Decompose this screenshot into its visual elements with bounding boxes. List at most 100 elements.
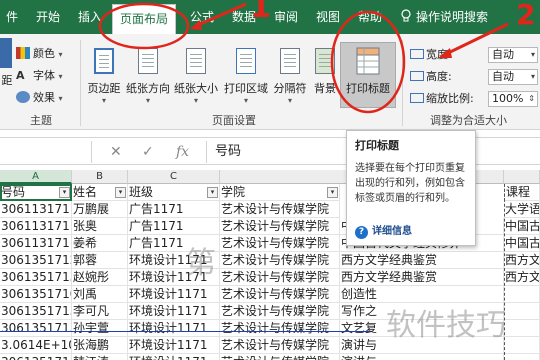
effects-label: 效果 — [33, 91, 55, 104]
table-cell[interactable]: 艺术设计与传媒学院 — [220, 286, 340, 303]
table-cell[interactable]: 韩江涛 — [72, 354, 128, 360]
tab-file[interactable]: 件 — [0, 0, 24, 34]
name-box[interactable] — [0, 141, 92, 163]
width-select[interactable]: 自动 ▾ — [488, 47, 538, 63]
table-cell[interactable]: 30611317112 — [0, 201, 72, 218]
table-cell[interactable]: 刘禹 — [72, 286, 128, 303]
table-cell[interactable]: 艺术设计与传媒学院 — [220, 252, 340, 269]
table-cell[interactable]: 郭蓉 — [72, 252, 128, 269]
filter-dropdown-icon[interactable]: ▾ — [115, 187, 126, 198]
orientation-label: 纸张方向 — [126, 82, 170, 95]
table-cell[interactable]: 艺术设计与传媒学院 — [220, 235, 340, 252]
tooltip-more-info-link[interactable]: ? 详细信息 — [355, 222, 412, 239]
tell-me-search[interactable]: 操作说明搜索 — [400, 0, 488, 34]
table-cell[interactable] — [504, 286, 540, 303]
table-cell[interactable]: 赵婉彤 — [72, 269, 128, 286]
background-label: 背景 — [314, 82, 336, 95]
print-area-button[interactable]: 打印区域 ▾ — [222, 46, 270, 105]
table-cell[interactable]: 30613517135 — [0, 354, 72, 360]
table-cell[interactable]: 环境设计1171 — [128, 303, 220, 320]
tab-view[interactable]: 视图 — [310, 0, 346, 34]
table-cell[interactable] — [504, 320, 540, 337]
tab-review[interactable]: 审阅 — [268, 0, 304, 34]
table-header-cell[interactable]: 课程 — [504, 184, 540, 201]
column-header-c[interactable]: C — [128, 170, 220, 184]
tab-insert[interactable]: 插入 — [72, 0, 108, 34]
table-cell[interactable]: 30613517134 — [0, 320, 72, 337]
fonts-button[interactable]: A 字体 ▾ — [16, 66, 63, 86]
tab-help[interactable]: 帮助 — [352, 0, 388, 34]
table-cell[interactable]: 30613517107 — [0, 286, 72, 303]
table-cell[interactable]: 艺术设计与传媒学院 — [220, 269, 340, 286]
column-header-a[interactable]: A — [0, 170, 72, 184]
breaks-label: 分隔符 — [273, 82, 307, 95]
themes-partial-button[interactable]: 距 — [0, 38, 14, 88]
table-cell[interactable]: 西方文 — [504, 269, 540, 286]
table-cell[interactable]: 30611317115 — [0, 235, 72, 252]
table-cell[interactable]: 大学语 — [504, 201, 540, 218]
formula-input[interactable]: 号码 — [206, 141, 346, 163]
orientation-button[interactable]: 纸张方向 ▾ — [124, 46, 172, 105]
table-cell[interactable]: 艺术设计与传媒学院 — [220, 218, 340, 235]
table-cell[interactable]: 3.0614E+10 — [0, 337, 72, 354]
print-titles-button[interactable]: 打印标题 — [342, 46, 394, 96]
table-cell[interactable]: 30613517135 — [0, 269, 72, 286]
table-cell[interactable]: 万鹏展 — [72, 201, 128, 218]
table-cell[interactable] — [504, 303, 540, 320]
table-cell[interactable]: 张海鹏 — [72, 337, 128, 354]
tab-home[interactable]: 开始 — [30, 0, 66, 34]
table-cell[interactable]: 环境设计1171 — [128, 354, 220, 360]
size-button[interactable]: 纸张大小 ▾ — [172, 46, 220, 105]
table-cell[interactable]: 环境设计1171 — [128, 286, 220, 303]
filter-dropdown-icon[interactable]: ▾ — [327, 187, 338, 198]
table-header-cell[interactable]: 号码 ▾ — [0, 184, 72, 201]
confirm-icon[interactable]: ✓ — [142, 141, 154, 163]
table-cell[interactable]: 环境设计1171 — [128, 320, 220, 337]
tab-data[interactable]: 数据 — [226, 0, 262, 34]
filter-dropdown-icon[interactable]: ▾ — [207, 187, 218, 198]
height-select[interactable]: 自动 ▾ — [488, 69, 538, 85]
background-button[interactable]: 背景 — [310, 46, 340, 96]
table-cell-overflow[interactable]: 西方文学经典鉴赏 — [340, 252, 504, 269]
colors-button[interactable]: 颜色 ▾ — [16, 44, 63, 64]
table-cell[interactable]: 西方文 — [504, 252, 540, 269]
table-cell[interactable]: 30613517129 — [0, 252, 72, 269]
table-cell[interactable] — [504, 337, 540, 354]
table-header-cell[interactable]: 学院 ▾ — [220, 184, 340, 201]
column-header-b[interactable]: B — [72, 170, 128, 184]
table-cell[interactable]: 30611317113 — [0, 218, 72, 235]
margins-button[interactable]: 页边距 ▾ — [84, 46, 124, 105]
height-icon — [410, 71, 424, 81]
table-cell[interactable]: 艺术设计与传媒学院 — [220, 354, 340, 360]
table-header-cell[interactable]: 姓名 ▾ — [72, 184, 128, 201]
tab-page-layout[interactable]: 页面布局 — [112, 4, 176, 34]
cancel-icon[interactable]: ✕ — [110, 141, 122, 163]
table-cell[interactable]: 广告1171 — [128, 218, 220, 235]
watermark-right: 软件技巧 — [386, 308, 506, 343]
table-cell-overflow[interactable]: 西方文学经典鉴赏 — [340, 269, 504, 286]
column-header-e[interactable] — [504, 170, 540, 184]
table-cell[interactable]: 中国古 — [504, 218, 540, 235]
table-cell[interactable]: 孙宇萱 — [72, 320, 128, 337]
table-cell[interactable]: 艺术设计与传媒学院 — [220, 303, 340, 320]
table-cell-overflow[interactable]: 演讲与 — [340, 354, 504, 360]
table-cell[interactable]: 李可凡 — [72, 303, 128, 320]
table-cell[interactable]: 环境设计1171 — [128, 337, 220, 354]
table-cell[interactable] — [504, 354, 540, 360]
table-cell[interactable]: 艺术设计与传媒学院 — [220, 320, 340, 337]
effects-icon — [16, 91, 30, 103]
table-cell[interactable]: 中国古 — [504, 235, 540, 252]
table-header-cell[interactable]: 班级 ▾ — [128, 184, 220, 201]
table-cell[interactable]: 张奥 — [72, 218, 128, 235]
table-cell[interactable]: 广告1171 — [128, 201, 220, 218]
effects-button[interactable]: 效果 ▾ — [16, 88, 63, 108]
table-cell[interactable]: 艺术设计与传媒学院 — [220, 201, 340, 218]
filter-dropdown-icon[interactable]: ▾ — [59, 187, 70, 198]
table-cell[interactable]: 30613517133 — [0, 303, 72, 320]
scale-input[interactable]: 100% ⇕ — [488, 91, 538, 107]
insert-function-icon[interactable]: fx — [176, 141, 189, 163]
breaks-button[interactable]: 分隔符 ▾ — [272, 46, 308, 105]
tab-formulas[interactable]: 公式 — [184, 0, 220, 34]
table-cell[interactable]: 艺术设计与传媒学院 — [220, 337, 340, 354]
table-cell[interactable]: 姜希 — [72, 235, 128, 252]
